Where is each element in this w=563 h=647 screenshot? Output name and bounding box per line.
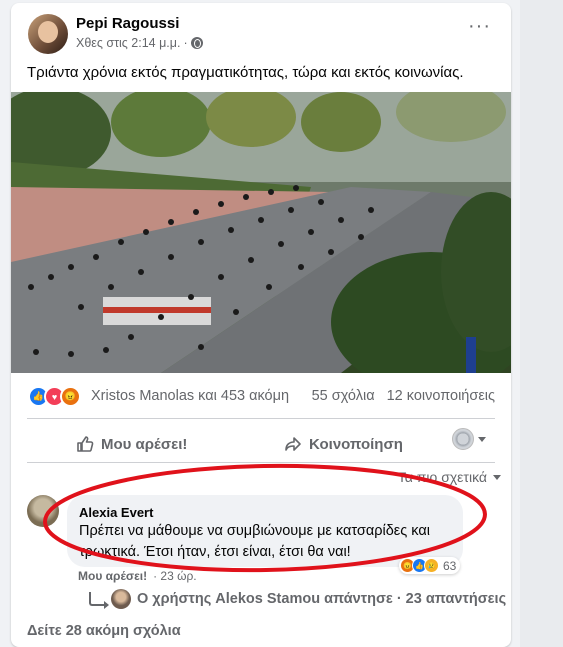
post-timestamp[interactable]: Χθες στις 2:14 μ.μ. [76, 36, 180, 50]
more-options-icon[interactable]: ··· [468, 16, 491, 36]
post-text: Τριάντα χρόνια εκτός πραγματικότητας, τώ… [27, 64, 464, 81]
view-replies-link[interactable]: Ο χρήστης Alekos Stamou απάντησε · 23 απ… [89, 589, 506, 609]
comment-time[interactable]: · 23 ώρ. [153, 569, 197, 583]
commenter-name[interactable]: Alexia Evert [79, 505, 153, 520]
divider-bottom [27, 462, 495, 463]
page-avatar-icon [452, 428, 474, 450]
sort-label: Τα πιο σχετικά [397, 469, 487, 485]
thumbs-up-icon [77, 436, 94, 452]
comment-sad-icon: 😢 [424, 558, 439, 573]
reply-arrow-icon [89, 592, 109, 609]
chevron-down-icon [478, 436, 486, 442]
post-photo[interactable] [11, 92, 511, 373]
comment-actions: Μου αρέσει! · 23 ώρ. [78, 569, 197, 583]
page-background-strip [520, 0, 563, 647]
engagement-counts: 55 σχόλια 12 κοινοποιήσεις [312, 388, 495, 404]
sort-chevron-icon [493, 474, 501, 480]
share-button-label: Κοινοποίηση [309, 435, 403, 453]
reaction-names[interactable]: Xristos Manolas και 453 ακόμη [91, 388, 289, 404]
share-count[interactable]: 12 κοινοποιήσεις [387, 388, 495, 404]
author-name[interactable]: Pepi Ragoussi [76, 15, 179, 32]
comment-reaction-count: 63 [443, 558, 457, 573]
angry-icon: 😠 [60, 386, 81, 407]
commenter-avatar[interactable] [27, 495, 59, 527]
author-avatar[interactable] [28, 14, 68, 54]
comment-count[interactable]: 55 σχόλια [312, 388, 375, 404]
replies-label: Ο χρήστης Alekos Stamou απάντησε · 23 απ… [137, 591, 507, 607]
divider-top [27, 418, 495, 419]
share-button[interactable]: Κοινοποίηση [284, 426, 403, 462]
comment-reactions[interactable]: 😠 👍 😢 63 [399, 557, 461, 574]
comment-sort-dropdown[interactable]: Τα πιο σχετικά [398, 469, 501, 485]
view-more-comments-link[interactable]: Δείτε 28 ακόμη σχόλια [27, 623, 181, 639]
share-icon [285, 437, 301, 451]
post-card: Pepi Ragoussi Χθες στις 2:14 μ.μ. · ··· … [11, 3, 511, 647]
like-button[interactable]: Μου αρέσει! [76, 426, 187, 462]
page-selector[interactable] [452, 428, 486, 450]
comment-like-button[interactable]: Μου αρέσει! [78, 569, 147, 583]
replier-avatar [111, 589, 131, 609]
meta-separator: · [183, 36, 188, 50]
post-meta: Χθες στις 2:14 μ.μ. · [76, 36, 203, 50]
like-button-label: Μου αρέσει! [101, 435, 188, 453]
comment-text: Πρέπει να μάθουμε να συμβιώνουμε με κατσ… [79, 523, 430, 560]
reaction-icons[interactable]: 👍 ♥ 😠 [28, 386, 81, 407]
globe-icon[interactable] [190, 37, 203, 49]
